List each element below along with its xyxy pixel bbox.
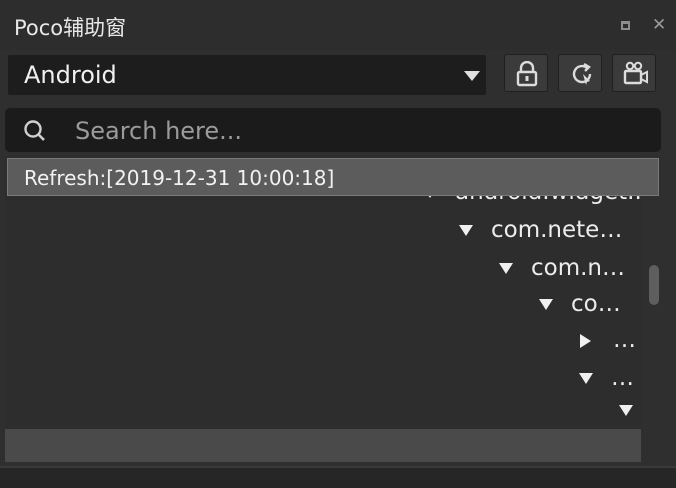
window-title: Poco辅助窗 <box>14 16 127 40</box>
expand-arrow-icon[interactable] <box>579 373 593 384</box>
search-box <box>5 108 661 152</box>
close-icon[interactable]: ✕ <box>652 17 666 34</box>
expand-arrow-icon[interactable] <box>619 405 633 416</box>
tree-node[interactable]: com.n… <box>499 255 625 281</box>
refresh-timestamp: Refresh:[2019-12-31 10:00:18] <box>24 166 335 190</box>
hierarchy-tree[interactable]: android.widget... com.nete… com.n… co… …… <box>5 157 641 429</box>
title-bar: Poco辅助窗 ✕ <box>0 0 676 50</box>
tree-node[interactable]: … <box>580 327 636 353</box>
tree-node[interactable]: … <box>579 365 634 391</box>
tree-node[interactable]: co… <box>539 291 621 317</box>
vertical-scrollbar[interactable] <box>649 265 659 305</box>
horizontal-scrollbar[interactable] <box>5 429 641 462</box>
lock-icon <box>516 61 538 87</box>
tree-node[interactable] <box>619 397 641 423</box>
collapse-arrow-icon[interactable] <box>580 333 591 348</box>
expand-arrow-icon[interactable] <box>459 225 473 236</box>
device-select-value: Android <box>24 61 117 89</box>
expand-arrow-icon[interactable] <box>499 263 513 274</box>
status-bar <box>0 466 676 488</box>
toolbar: Android <box>0 52 676 98</box>
tree-node[interactable]: com.nete… <box>459 217 622 243</box>
camera-icon <box>623 61 648 85</box>
restore-icon[interactable] <box>620 18 634 32</box>
expand-arrow-icon[interactable] <box>539 299 553 310</box>
search-icon <box>24 120 45 141</box>
record-button[interactable] <box>612 54 656 92</box>
refresh-tooltip: Refresh:[2019-12-31 10:00:18] <box>7 158 659 196</box>
lock-button[interactable] <box>504 54 548 92</box>
search-input[interactable] <box>73 114 637 148</box>
device-select[interactable]: Android <box>8 55 486 95</box>
refresh-button[interactable] <box>558 54 602 92</box>
chevron-down-icon <box>464 71 480 81</box>
refresh-icon <box>572 62 592 85</box>
